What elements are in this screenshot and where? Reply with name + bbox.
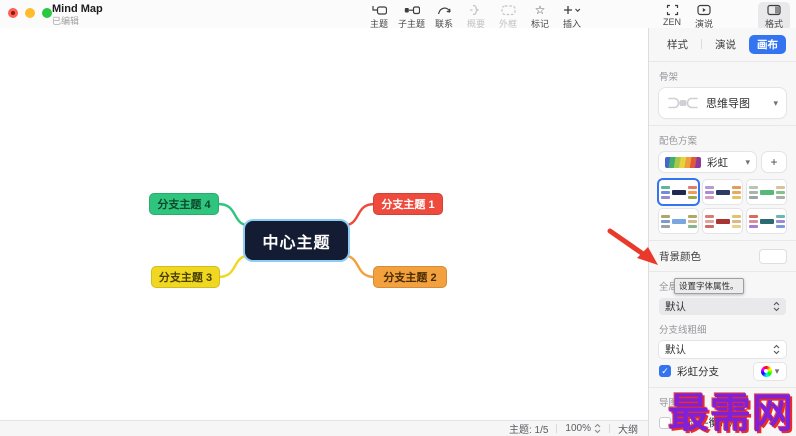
skeleton-section-label: 骨架 xyxy=(659,69,786,83)
mindmap-app-window: Mind Map 已编辑 主题 子主题 联系 xyxy=(0,0,796,436)
relationship-icon xyxy=(437,3,452,16)
status-divider xyxy=(609,424,610,433)
central-topic[interactable]: 中心主题 xyxy=(245,221,348,260)
topic-counter: 主题: 1/5 xyxy=(509,421,548,436)
format-panel-tabs: 样式 演说 画布 xyxy=(659,34,786,54)
present-button[interactable]: 演说 xyxy=(688,2,720,31)
document-title: Mind Map xyxy=(52,4,103,15)
sidebar-icon xyxy=(767,3,781,16)
outline-toggle[interactable]: 大纲 xyxy=(618,421,638,436)
summary-icon xyxy=(469,3,483,16)
chevron-down-icon: ▾ xyxy=(775,367,780,376)
subtopic-button[interactable]: 子主题 xyxy=(395,2,428,31)
toolbar-main-group: 主题 子主题 联系 概要 xyxy=(363,2,588,31)
separator xyxy=(649,271,796,272)
skeleton-value: 思维导图 xyxy=(706,95,750,111)
subtopic-icon xyxy=(404,3,420,16)
add-color-scheme-button[interactable]: + xyxy=(762,152,786,172)
plus-chevron-icon xyxy=(563,3,581,16)
format-panel: 样式 演说 画布 骨架 思维导图 ▾ 配色方案 彩虹 ▾ xyxy=(648,28,796,436)
zoom-level: 100% xyxy=(565,423,591,434)
zen-mode-button[interactable]: ZEN xyxy=(656,2,688,28)
branch-topic[interactable]: 分支主题 1 xyxy=(373,193,443,215)
branch-width-dropdown[interactable]: 默认 xyxy=(659,341,786,358)
background-color-label: 背景颜色 xyxy=(659,249,701,264)
boundary-icon xyxy=(501,3,516,16)
tab-divider xyxy=(701,39,702,49)
document-status: 已编辑 xyxy=(52,17,103,26)
separator xyxy=(649,240,796,241)
topic-icon xyxy=(372,3,387,16)
branch-topic[interactable]: 分支主题 4 xyxy=(149,193,219,215)
color-scheme-value: 彩虹 xyxy=(707,155,728,170)
branch-topic[interactable]: 分支主题 2 xyxy=(373,266,447,288)
chevron-down-icon: ▾ xyxy=(745,158,750,167)
color-scheme-thumbnails xyxy=(659,180,786,233)
mindmap-canvas[interactable]: 中心主题 分支主题 1 分支主题 2 分支主题 3 分支主题 4 xyxy=(0,28,648,420)
background-color-row: 背景颜色 xyxy=(659,248,786,264)
titlebar: Mind Map 已编辑 主题 子主题 联系 xyxy=(0,0,796,29)
chevron-down-icon: ▾ xyxy=(773,99,778,108)
window-controls xyxy=(8,8,52,18)
color-scheme-thumbnail[interactable] xyxy=(747,180,786,204)
play-icon xyxy=(697,3,711,16)
zoom-control[interactable]: 100% xyxy=(565,423,601,434)
star-icon: ☆ xyxy=(535,3,546,16)
toolbar-right-group: ZEN 演说 xyxy=(656,2,720,31)
rainbow-color-dropdown[interactable]: ▾ xyxy=(754,363,786,380)
skeleton-dropdown[interactable]: 思维导图 ▾ xyxy=(659,88,786,118)
status-bar: 主题: 1/5 100% 大纲 xyxy=(0,420,648,436)
background-color-swatch[interactable] xyxy=(760,250,786,263)
global-font-dropdown[interactable]: 默认 xyxy=(659,298,786,315)
color-scheme-thumbnail[interactable] xyxy=(747,209,786,233)
branch-width-value: 默认 xyxy=(665,342,686,357)
status-divider xyxy=(556,424,557,433)
branch-topic[interactable]: 分支主题 3 xyxy=(151,266,220,288)
tab-style[interactable]: 样式 xyxy=(659,35,696,54)
relationship-button[interactable]: 联系 xyxy=(428,2,460,31)
color-scheme-thumbnail[interactable] xyxy=(659,209,698,233)
branch-width-label: 分支线粗细 xyxy=(659,322,786,336)
document-title-block: Mind Map 已编辑 xyxy=(52,4,103,26)
color-scheme-thumbnail[interactable] xyxy=(703,180,742,204)
separator xyxy=(649,387,796,388)
separator xyxy=(649,61,796,62)
topic-button[interactable]: 主题 xyxy=(363,2,395,31)
color-scheme-row: 彩虹 ▾ + xyxy=(659,152,786,172)
zoom-window-button[interactable] xyxy=(42,8,52,18)
separator xyxy=(649,125,796,126)
color-scheme-section-label: 配色方案 xyxy=(659,133,786,147)
rainbow-branch-label: 彩虹分支 xyxy=(677,364,719,379)
stepper-chevrons-icon xyxy=(773,344,780,355)
zen-brackets-icon xyxy=(666,3,679,16)
summary-button: 概要 xyxy=(460,2,492,31)
toolbar-button-label: ZEN xyxy=(663,17,681,27)
boundary-button: 外框 xyxy=(492,2,524,31)
marker-button[interactable]: ☆ 标记 xyxy=(524,2,556,31)
rainbow-branch-row: ✓ 彩虹分支 ▾ xyxy=(659,362,786,380)
global-font-value: 默认 xyxy=(665,299,686,314)
rainbow-swatch-icon xyxy=(665,157,701,168)
color-scheme-dropdown[interactable]: 彩虹 ▾ xyxy=(659,152,756,172)
format-panel-button[interactable]: 格式 xyxy=(758,2,790,31)
mindmap-skeleton-icon xyxy=(667,95,699,111)
color-scheme-thumbnail[interactable] xyxy=(659,180,698,204)
insert-button[interactable]: 插入 xyxy=(556,2,588,31)
toolbar-format-group: 格式 xyxy=(758,2,790,31)
tab-canvas[interactable]: 画布 xyxy=(749,35,786,54)
stepper-chevrons-icon xyxy=(773,301,780,312)
color-wheel-icon xyxy=(761,366,772,377)
color-scheme-thumbnail[interactable] xyxy=(703,209,742,233)
font-tooltip: 设置字体属性。 xyxy=(674,278,744,294)
rainbow-branch-checkbox[interactable]: ✓ xyxy=(659,365,671,377)
tab-presentation[interactable]: 演说 xyxy=(707,35,744,54)
close-window-button[interactable] xyxy=(8,8,18,18)
minimize-window-button[interactable] xyxy=(25,8,35,18)
watermark-text: 最需网 xyxy=(668,393,794,434)
zoom-stepper-icon xyxy=(594,423,601,434)
